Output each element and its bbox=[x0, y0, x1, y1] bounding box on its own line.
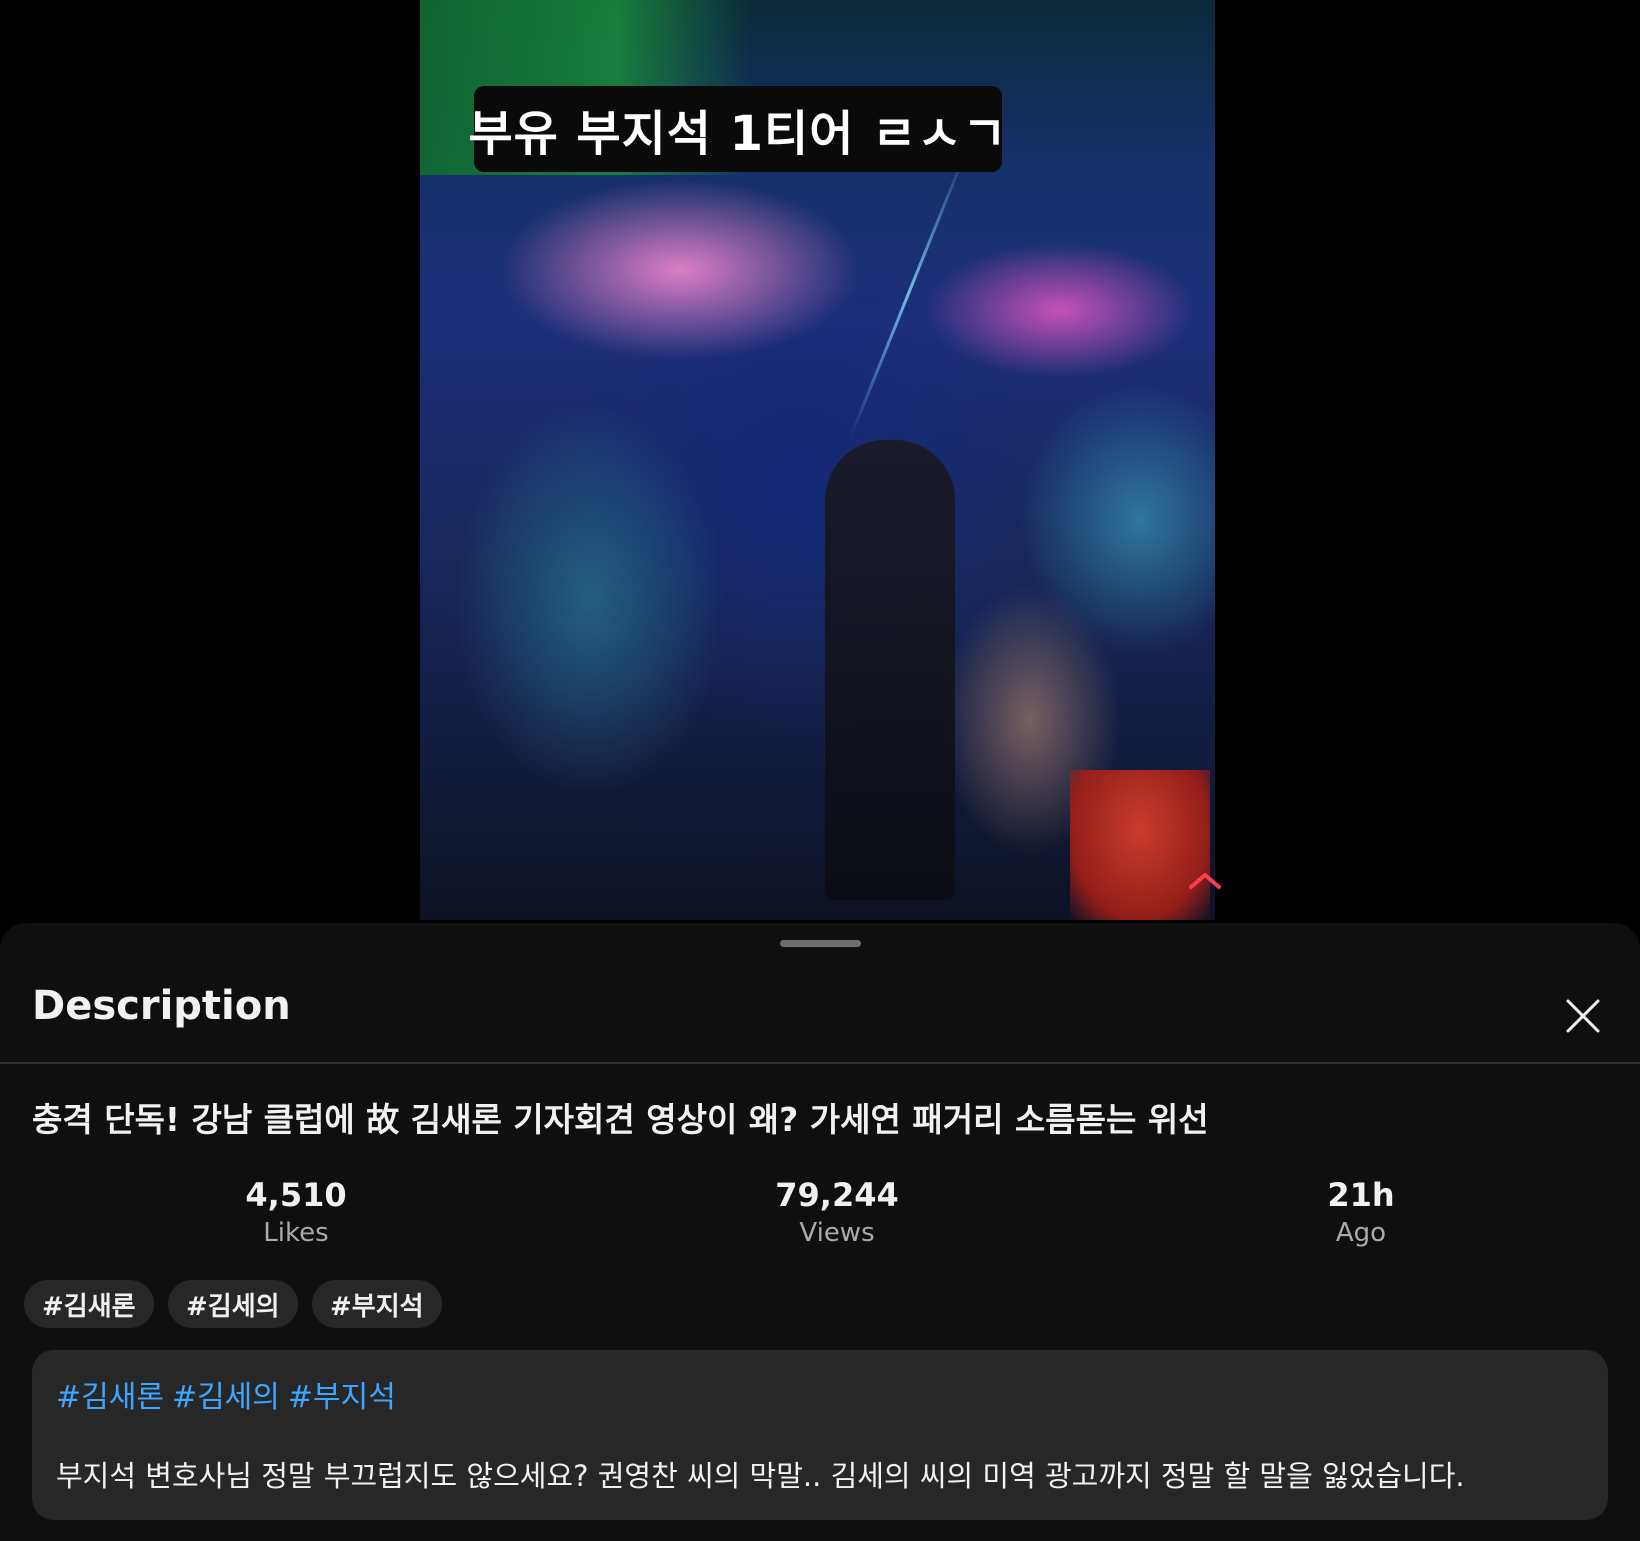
description-text: 부지석 변호사님 정말 부끄럽지도 않으세요? 권영찬 씨의 막말.. 김세의 … bbox=[56, 1459, 1465, 1493]
video-caption: 부유 부지석 1티어 ㄹㅅㄱ bbox=[468, 86, 1007, 172]
video-scene-laser bbox=[848, 149, 968, 438]
sheet-drag-handle[interactable] bbox=[780, 940, 861, 947]
chevron-up-icon[interactable] bbox=[1188, 870, 1222, 890]
close-icon[interactable] bbox=[1562, 995, 1604, 1037]
likes-label: Likes bbox=[263, 1218, 329, 1248]
hashtag-link[interactable]: #김세의 bbox=[172, 1380, 280, 1415]
published-stat: 21h Ago bbox=[1241, 1175, 1481, 1251]
hashtag-link[interactable]: #부지석 bbox=[288, 1380, 396, 1415]
hashtag-chip[interactable]: #김세의 bbox=[168, 1280, 298, 1328]
likes-stat: 4,510 Likes bbox=[176, 1175, 416, 1251]
likes-count: 4,510 bbox=[245, 1176, 347, 1214]
views-count: 79,244 bbox=[775, 1176, 899, 1214]
published-label: Ago bbox=[1335, 1218, 1387, 1248]
video-player[interactable]: 부유 부지석 1티어 ㄹㅅㄱ bbox=[0, 0, 1640, 920]
sheet-title: Description bbox=[32, 983, 291, 1029]
description-box: #김새론 #김세의 #부지석 부지석 변호사님 정말 부끄럽지도 않으세요? 권영찬… bbox=[32, 1350, 1608, 1520]
video-title: 충격 단독! 강남 클럽에 故 김새론 기자회견 영상이 왜? 가세연 패거리 … bbox=[32, 1100, 1209, 1139]
hashtag-chip[interactable]: #김새론 bbox=[24, 1280, 154, 1328]
divider bbox=[0, 1062, 1640, 1064]
views-label: Views bbox=[799, 1218, 875, 1248]
video-scene-dress bbox=[1070, 770, 1210, 920]
description-sheet: Description 충격 단독! 강남 클럽에 故 김새론 기자회견 영상이… bbox=[0, 923, 1640, 1541]
video-scene-person bbox=[825, 440, 955, 900]
published-time: 21h bbox=[1327, 1176, 1395, 1214]
hashtag-chip[interactable]: #부지석 bbox=[312, 1280, 442, 1328]
views-stat: 79,244 Views bbox=[717, 1175, 957, 1251]
hashtag-link[interactable]: #김새론 bbox=[56, 1380, 164, 1415]
description-hashtags: #김새론 #김세의 #부지석 bbox=[56, 1372, 404, 1416]
